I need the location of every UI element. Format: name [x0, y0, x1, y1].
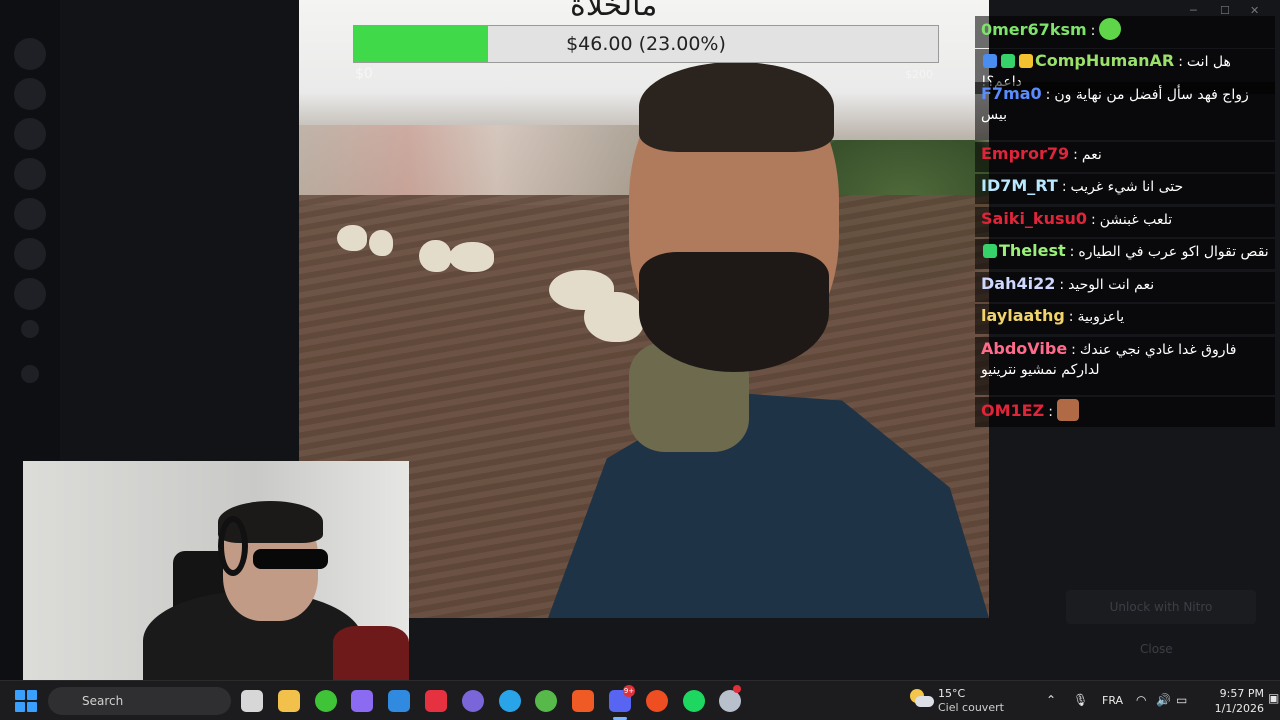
- taskbar: Search 9+ 15°C Ciel couvert ⌃ 🎙 FRA ◠ 🔊 …: [0, 680, 1280, 720]
- weather-condition[interactable]: Ciel couvert: [938, 701, 1004, 714]
- donation-goal-max: $200: [905, 68, 933, 81]
- chat-message: Empror79: نعم: [975, 142, 1275, 172]
- chat-username[interactable]: F7ma0: [981, 84, 1042, 103]
- chat-username[interactable]: Saiki_kusu0: [981, 209, 1087, 228]
- chat-username[interactable]: laylaathg: [981, 306, 1065, 325]
- chat-username[interactable]: Empror79: [981, 144, 1069, 163]
- search-box[interactable]: Search: [48, 687, 231, 715]
- sword-badge: [983, 54, 997, 68]
- chat-separator: :: [1061, 179, 1067, 195]
- chat-overlay: 0mer67ksm:CompHumanAR:هل انت داعم؟!F7ma0…: [975, 12, 1280, 427]
- discover-icon[interactable]: [21, 365, 39, 383]
- chat-message: Dah4i22: نعم انت الوحيد: [975, 272, 1275, 302]
- chat-separator: :: [1045, 87, 1051, 103]
- app-red-icon[interactable]: [425, 690, 447, 712]
- stream-caption: مالخلاة: [570, 0, 658, 23]
- steam-notification-dot: [733, 685, 742, 693]
- language-indicator[interactable]: FRA: [1102, 694, 1123, 707]
- chat-username[interactable]: Dah4i22: [981, 274, 1055, 293]
- weather-icon[interactable]: [910, 689, 934, 709]
- chat-username[interactable]: OM1EZ: [981, 401, 1044, 420]
- chat-separator: :: [1091, 212, 1096, 228]
- clock-time[interactable]: 9:57 PM: [1214, 687, 1264, 700]
- chat-message: ID7M_RT: حتى انا شيء غريب: [975, 174, 1275, 204]
- chat-message: Saiki_kusu0: تلعب غبنشن: [975, 207, 1275, 237]
- server-icon[interactable]: [14, 238, 46, 270]
- chat-message: laylaathg: ياعزوبية: [975, 304, 1275, 334]
- close-button[interactable]: Close: [1140, 642, 1173, 656]
- chat-username[interactable]: 0mer67ksm: [981, 20, 1087, 39]
- donation-goal-bar: $46.00 (23.00%): [353, 25, 939, 63]
- chat-separator: :: [1068, 309, 1074, 325]
- server-icon[interactable]: [14, 118, 46, 150]
- sheep: [449, 242, 494, 272]
- server-icon[interactable]: [14, 278, 46, 310]
- volume-icon[interactable]: 🔊: [1156, 693, 1171, 707]
- chat-separator: :: [1059, 277, 1065, 293]
- chat-text: نعم: [1081, 147, 1102, 163]
- sheep: [419, 240, 451, 272]
- chat-text: نعم انت الوحيد: [1068, 277, 1155, 293]
- server-icon[interactable]: [14, 158, 46, 190]
- chevron-up-icon[interactable]: ⌃: [1046, 693, 1056, 707]
- sheep: [337, 225, 367, 251]
- chat-username[interactable]: CompHumanAR: [1035, 51, 1174, 70]
- webcam-overlay: [23, 461, 409, 680]
- chat-message: Thelest: نقص تقوال اكو عرب في الطياره: [975, 239, 1275, 269]
- chat-message: F7ma0: زواج فهد سأل أفضل من نهاية ون بيس: [975, 82, 1275, 140]
- discord-notification-badge: 9+: [623, 685, 635, 697]
- task-view-icon[interactable]: [241, 690, 263, 712]
- face-emote: [1056, 399, 1079, 421]
- channel-panel: [60, 0, 300, 470]
- chat-separator: :: [1071, 342, 1076, 358]
- chat-text: ياعزوبية: [1077, 309, 1125, 325]
- chat-separator: :: [1073, 147, 1078, 163]
- chat-separator: :: [1048, 404, 1053, 420]
- utorrent-icon[interactable]: [535, 690, 558, 712]
- file-explorer-icon[interactable]: [277, 690, 300, 712]
- coin-badge: [1019, 54, 1033, 68]
- brave-icon[interactable]: [572, 690, 595, 712]
- server-icon[interactable]: [14, 78, 46, 110]
- ea-icon[interactable]: [645, 690, 668, 712]
- chat-message: OM1EZ:: [975, 397, 1275, 427]
- microphone-icon[interactable]: 🎙: [1073, 693, 1088, 707]
- server-icon[interactable]: [14, 38, 46, 70]
- chat-message: 0mer67ksm:: [975, 16, 1275, 48]
- chat-text: نقص تقوال اكو عرب في الطياره: [1078, 244, 1269, 260]
- battery-icon[interactable]: ▭: [1176, 693, 1187, 707]
- notification-icon[interactable]: ▣: [1268, 691, 1279, 705]
- xbox-icon[interactable]: [314, 690, 337, 712]
- chat-separator: :: [1090, 23, 1096, 39]
- streamer-subject: [499, 62, 989, 618]
- chat-username[interactable]: AbdoVibe: [981, 339, 1067, 358]
- weather-temp[interactable]: 15°C: [938, 687, 965, 700]
- diamond-badge: [983, 244, 997, 258]
- spotify-icon[interactable]: [682, 690, 705, 712]
- chat-separator: :: [1178, 54, 1183, 70]
- chat-message: AbdoVibe: فاروق غدا غادي نجي عندك لداركم …: [975, 337, 1275, 395]
- copilot-icon[interactable]: [351, 690, 374, 712]
- unlock-nitro-button[interactable]: Unlock with Nitro: [1066, 590, 1256, 624]
- chat-text: حتى انا شيء غريب: [1070, 179, 1184, 195]
- store-icon[interactable]: [388, 690, 411, 712]
- sheep: [369, 230, 393, 256]
- donation-goal-min: $0: [355, 66, 373, 82]
- chat-text: تلعب غبنشن: [1099, 212, 1173, 228]
- chat-separator: :: [1069, 244, 1075, 260]
- wifi-icon[interactable]: ◠: [1136, 693, 1146, 707]
- diamond-badge: [1001, 54, 1015, 68]
- steam-icon[interactable]: [719, 690, 742, 712]
- green-smiley-emote: [1099, 18, 1122, 40]
- chat-username[interactable]: Thelest: [999, 241, 1066, 260]
- system-tray: 15°C Ciel couvert ⌃ 🎙 FRA ◠ 🔊 ▭ 9:57 PM …: [900, 681, 1280, 720]
- chat-username[interactable]: ID7M_RT: [981, 176, 1058, 195]
- clock-date[interactable]: 1/1/2026: [1200, 702, 1264, 715]
- messaging-icon[interactable]: [461, 690, 484, 712]
- start-button[interactable]: [15, 690, 37, 712]
- telegram-icon[interactable]: [498, 690, 521, 712]
- donation-goal-label: $46.00 (23.00%): [566, 33, 726, 55]
- server-icon[interactable]: [14, 198, 46, 230]
- add-server-icon[interactable]: [21, 320, 39, 338]
